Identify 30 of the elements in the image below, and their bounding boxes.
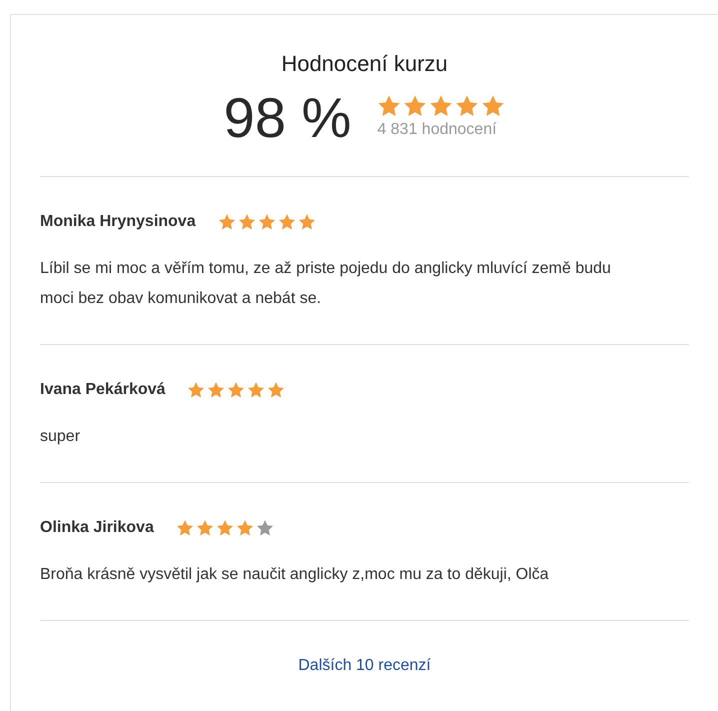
reviewer-name: Ivana Pekárková [40,380,166,400]
star-icon [236,519,254,537]
rating-count: 4 831 hodnocení [377,120,498,140]
star-icon [216,519,234,537]
star-icon [267,381,286,399]
star-icon [278,213,296,231]
star-icon [218,213,236,231]
star-icon [238,213,256,231]
star-icon [176,519,194,537]
review-text: Broňa krásně vysvětil jak se naučit anglicky z,moc mu za to děkuji, Olča [40,565,550,585]
reviewer-name: Monika Hrynysinova [40,212,196,232]
star-icon [298,213,316,231]
review-text: super [40,427,82,447]
review-text: Líbil se mi moc a věřím tomu, ze až priste pojedu do anglicky mluvící země budu moci bez obav komunikovat a nebát se. [40,259,612,309]
star-icon [258,213,276,231]
star-icon [403,94,428,118]
star-icon [227,381,246,399]
reviewer-name: Olinka Jirikova [40,518,154,538]
star-icon [247,381,266,399]
star-icon [377,94,402,118]
star-icon [187,381,206,399]
rating-title: Hodnocení kurzu [281,50,448,78]
star-icon [196,519,214,537]
rating-percent: 98 % [224,85,352,151]
star-icon [207,381,226,399]
star-icon [455,94,480,118]
star-icon [256,519,274,537]
star-icon [481,94,506,118]
star-icon [429,94,454,118]
more-reviews-link[interactable]: Dalších 10 recenzí [298,654,431,678]
